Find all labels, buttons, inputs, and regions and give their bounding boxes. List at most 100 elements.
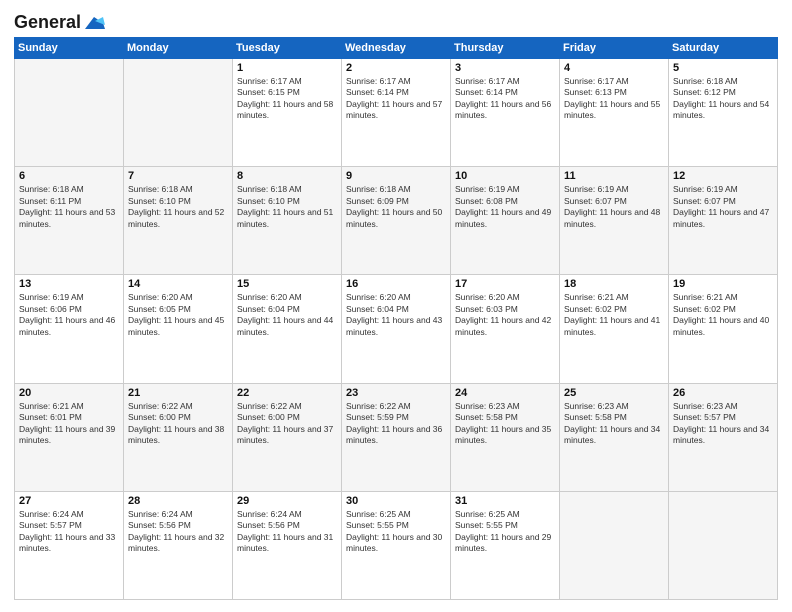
calendar-day-header: Saturday (669, 38, 778, 59)
day-number: 20 (19, 387, 119, 399)
calendar-cell: 18 Sunrise: 6:21 AM Sunset: 6:02 PM Dayli… (560, 275, 669, 383)
day-info: Sunrise: 6:24 AM Sunset: 5:57 PM Dayligh… (19, 509, 119, 555)
day-info: Sunrise: 6:25 AM Sunset: 5:55 PM Dayligh… (346, 509, 446, 555)
day-number: 17 (455, 278, 555, 290)
day-info: Sunrise: 6:18 AM Sunset: 6:09 PM Dayligh… (346, 184, 446, 230)
day-number: 25 (564, 387, 664, 399)
calendar-cell: 29 Sunrise: 6:24 AM Sunset: 5:56 PM Dayli… (233, 491, 342, 599)
day-number: 9 (346, 170, 446, 182)
day-number: 22 (237, 387, 337, 399)
day-number: 3 (455, 62, 555, 74)
calendar-week-row: 20 Sunrise: 6:21 AM Sunset: 6:01 PM Dayli… (15, 383, 778, 491)
day-number: 18 (564, 278, 664, 290)
day-info: Sunrise: 6:24 AM Sunset: 5:56 PM Dayligh… (128, 509, 228, 555)
calendar-cell: 3 Sunrise: 6:17 AM Sunset: 6:14 PM Daylig… (451, 59, 560, 167)
day-info: Sunrise: 6:18 AM Sunset: 6:10 PM Dayligh… (128, 184, 228, 230)
calendar-cell: 21 Sunrise: 6:22 AM Sunset: 6:00 PM Dayli… (124, 383, 233, 491)
day-number: 12 (673, 170, 773, 182)
calendar-cell: 19Sunrise: 6:21 AM Sunset: 6:02 PM Dayli… (669, 275, 778, 383)
day-info: Sunrise: 6:25 AM Sunset: 5:55 PM Dayligh… (455, 509, 555, 555)
calendar-cell: 23Sunrise: 6:22 AM Sunset: 5:59 PM Dayli… (342, 383, 451, 491)
calendar-week-row: 13 Sunrise: 6:19 AM Sunset: 6:06 PM Dayli… (15, 275, 778, 383)
calendar-cell: 22 Sunrise: 6:22 AM Sunset: 6:00 PM Dayli… (233, 383, 342, 491)
day-info: Sunrise: 6:20 AM Sunset: 6:04 PM Dayligh… (346, 292, 446, 338)
day-info: Sunrise: 6:17 AM Sunset: 6:14 PM Dayligh… (346, 76, 446, 122)
calendar-cell: 11 Sunrise: 6:19 AM Sunset: 6:07 PM Dayli… (560, 167, 669, 275)
calendar-week-row: 6 Sunrise: 6:18 AM Sunset: 6:11 PM Daylig… (15, 167, 778, 275)
calendar-cell (560, 491, 669, 599)
day-number: 5 (673, 62, 773, 74)
day-info: Sunrise: 6:23 AM Sunset: 5:57 PM Dayligh… (673, 401, 773, 447)
calendar-day-header: Sunday (15, 38, 124, 59)
calendar-cell: 5Sunrise: 6:18 AM Sunset: 6:12 PM Daylig… (669, 59, 778, 167)
day-number: 29 (237, 495, 337, 507)
logo: General (14, 12, 105, 29)
calendar-cell: 8Sunrise: 6:18 AM Sunset: 6:10 PM Daylig… (233, 167, 342, 275)
calendar-cell: 24Sunrise: 6:23 AM Sunset: 5:58 PM Dayli… (451, 383, 560, 491)
day-number: 10 (455, 170, 555, 182)
calendar-cell (15, 59, 124, 167)
day-info: Sunrise: 6:18 AM Sunset: 6:11 PM Dayligh… (19, 184, 119, 230)
day-info: Sunrise: 6:21 AM Sunset: 6:02 PM Dayligh… (673, 292, 773, 338)
day-info: Sunrise: 6:24 AM Sunset: 5:56 PM Dayligh… (237, 509, 337, 555)
calendar-cell (124, 59, 233, 167)
calendar-cell: 14 Sunrise: 6:20 AM Sunset: 6:05 PM Dayli… (124, 275, 233, 383)
page: General SundayMondayTuesdayWednesdayThur… (0, 0, 792, 612)
calendar-cell: 4 Sunrise: 6:17 AM Sunset: 6:13 PM Daylig… (560, 59, 669, 167)
day-number: 21 (128, 387, 228, 399)
day-info: Sunrise: 6:22 AM Sunset: 6:00 PM Dayligh… (128, 401, 228, 447)
day-number: 2 (346, 62, 446, 74)
calendar-day-header: Tuesday (233, 38, 342, 59)
calendar-cell: 7 Sunrise: 6:18 AM Sunset: 6:10 PM Daylig… (124, 167, 233, 275)
day-info: Sunrise: 6:20 AM Sunset: 6:03 PM Dayligh… (455, 292, 555, 338)
day-number: 6 (19, 170, 119, 182)
day-info: Sunrise: 6:20 AM Sunset: 6:05 PM Dayligh… (128, 292, 228, 338)
day-info: Sunrise: 6:19 AM Sunset: 6:07 PM Dayligh… (564, 184, 664, 230)
day-info: Sunrise: 6:20 AM Sunset: 6:04 PM Dayligh… (237, 292, 337, 338)
calendar-cell: 10 Sunrise: 6:19 AM Sunset: 6:08 PM Dayli… (451, 167, 560, 275)
calendar-cell: 15Sunrise: 6:20 AM Sunset: 6:04 PM Dayli… (233, 275, 342, 383)
day-number: 4 (564, 62, 664, 74)
calendar-cell: 27 Sunrise: 6:24 AM Sunset: 5:57 PM Dayli… (15, 491, 124, 599)
day-number: 24 (455, 387, 555, 399)
calendar-cell: 31 Sunrise: 6:25 AM Sunset: 5:55 PM Dayli… (451, 491, 560, 599)
day-number: 13 (19, 278, 119, 290)
calendar-cell: 17 Sunrise: 6:20 AM Sunset: 6:03 PM Dayli… (451, 275, 560, 383)
calendar-table: SundayMondayTuesdayWednesdayThursdayFrid… (14, 37, 778, 600)
logo-icon (83, 15, 105, 31)
header: General (14, 12, 778, 29)
day-number: 11 (564, 170, 664, 182)
day-number: 14 (128, 278, 228, 290)
calendar-day-header: Friday (560, 38, 669, 59)
day-info: Sunrise: 6:19 AM Sunset: 6:06 PM Dayligh… (19, 292, 119, 338)
day-info: Sunrise: 6:17 AM Sunset: 6:15 PM Dayligh… (237, 76, 337, 122)
calendar-cell: 28 Sunrise: 6:24 AM Sunset: 5:56 PM Dayli… (124, 491, 233, 599)
day-info: Sunrise: 6:17 AM Sunset: 6:14 PM Dayligh… (455, 76, 555, 122)
day-number: 30 (346, 495, 446, 507)
day-info: Sunrise: 6:23 AM Sunset: 5:58 PM Dayligh… (564, 401, 664, 447)
calendar-cell (669, 491, 778, 599)
calendar-week-row: 1Sunrise: 6:17 AM Sunset: 6:15 PM Daylig… (15, 59, 778, 167)
day-info: Sunrise: 6:22 AM Sunset: 6:00 PM Dayligh… (237, 401, 337, 447)
calendar-header-row: SundayMondayTuesdayWednesdayThursdayFrid… (15, 38, 778, 59)
calendar-day-header: Thursday (451, 38, 560, 59)
day-number: 7 (128, 170, 228, 182)
calendar-cell: 26 Sunrise: 6:23 AM Sunset: 5:57 PM Dayli… (669, 383, 778, 491)
calendar-week-row: 27 Sunrise: 6:24 AM Sunset: 5:57 PM Dayli… (15, 491, 778, 599)
calendar-cell: 20 Sunrise: 6:21 AM Sunset: 6:01 PM Dayli… (15, 383, 124, 491)
logo-text-general: General (14, 12, 81, 33)
calendar-cell: 30 Sunrise: 6:25 AM Sunset: 5:55 PM Dayli… (342, 491, 451, 599)
calendar-cell: 6 Sunrise: 6:18 AM Sunset: 6:11 PM Daylig… (15, 167, 124, 275)
calendar-cell: 2 Sunrise: 6:17 AM Sunset: 6:14 PM Daylig… (342, 59, 451, 167)
day-number: 27 (19, 495, 119, 507)
day-info: Sunrise: 6:22 AM Sunset: 5:59 PM Dayligh… (346, 401, 446, 447)
calendar-cell: 25 Sunrise: 6:23 AM Sunset: 5:58 PM Dayli… (560, 383, 669, 491)
day-number: 31 (455, 495, 555, 507)
day-info: Sunrise: 6:21 AM Sunset: 6:01 PM Dayligh… (19, 401, 119, 447)
day-info: Sunrise: 6:21 AM Sunset: 6:02 PM Dayligh… (564, 292, 664, 338)
day-number: 28 (128, 495, 228, 507)
day-info: Sunrise: 6:19 AM Sunset: 6:08 PM Dayligh… (455, 184, 555, 230)
day-number: 26 (673, 387, 773, 399)
calendar-cell: 16Sunrise: 6:20 AM Sunset: 6:04 PM Dayli… (342, 275, 451, 383)
day-info: Sunrise: 6:17 AM Sunset: 6:13 PM Dayligh… (564, 76, 664, 122)
